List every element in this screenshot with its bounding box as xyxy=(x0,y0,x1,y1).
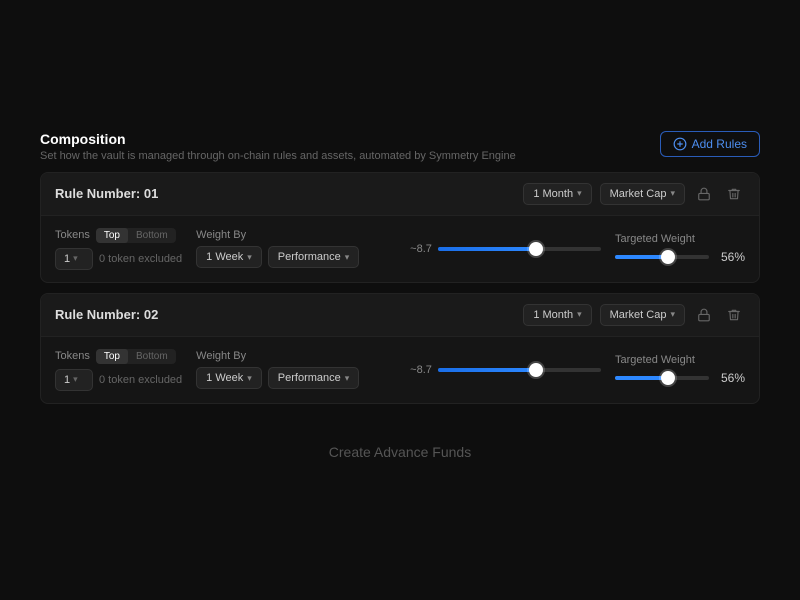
delete-button-2[interactable] xyxy=(723,304,745,326)
sort-dropdown-2[interactable]: Market Cap ▾ xyxy=(600,304,685,326)
add-rules-label: Add Rules xyxy=(692,137,747,151)
rule-number-2: Rule Number: 02 xyxy=(55,307,158,322)
main-slider-track-1[interactable] xyxy=(438,247,601,251)
targeted-slider-row-2: 56% xyxy=(615,371,745,385)
delete-button-1[interactable] xyxy=(723,183,745,205)
period-dropdown-1[interactable]: 1 Month ▾ xyxy=(523,183,591,205)
main-slider-section-2: ~8.7 xyxy=(410,364,601,376)
targeted-slider-track-1[interactable] xyxy=(615,255,709,259)
chevron-down-icon: ▾ xyxy=(345,252,350,263)
lock-button-1[interactable] xyxy=(693,183,715,205)
chevron-down-icon: ▾ xyxy=(247,373,252,384)
token-count-select-2[interactable]: 1 ▾ xyxy=(55,369,93,391)
chevron-down-icon: ▾ xyxy=(345,373,350,384)
chevron-down-icon: ▾ xyxy=(670,309,675,320)
sort-label-1: Market Cap xyxy=(610,188,667,200)
weight-controls-1: 1 Week ▾ Performance ▾ xyxy=(196,246,396,268)
trash-icon xyxy=(727,187,741,201)
period-dropdown-2[interactable]: 1 Month ▾ xyxy=(523,304,591,326)
weight-method-dropdown-1[interactable]: Performance ▾ xyxy=(268,246,360,268)
rule-card-2: Rule Number: 02 1 Month ▾ Market Cap ▾ xyxy=(40,293,760,404)
tab-top-2[interactable]: Top xyxy=(96,349,128,364)
sort-dropdown-1[interactable]: Market Cap ▾ xyxy=(600,183,685,205)
targeted-weight-label-1: Targeted Weight xyxy=(615,233,745,245)
tokens-row-2: 1 ▾ 0 token excluded xyxy=(55,369,182,391)
main-slider-track-2[interactable] xyxy=(438,368,601,372)
rule-controls-2: 1 Month ▾ Market Cap ▾ xyxy=(523,304,745,326)
targeted-slider-track-2[interactable] xyxy=(615,376,709,380)
sort-label-2: Market Cap xyxy=(610,309,667,321)
bottom-section: Create Advance Funds xyxy=(40,434,760,470)
targeted-weight-section-1: Targeted Weight 56% xyxy=(615,233,745,264)
composition-title: Composition xyxy=(40,131,516,147)
rule-controls-1: 1 Month ▾ Market Cap ▾ xyxy=(523,183,745,205)
targeted-weight-value-1: 56% xyxy=(717,250,745,264)
main-slider-thumb-1[interactable] xyxy=(529,242,543,256)
tokens-row-1: 1 ▾ 0 token excluded xyxy=(55,248,182,270)
tokens-section-2: Tokens Top Bottom 1 ▾ 0 token excluded xyxy=(55,349,182,391)
rule-header-1: Rule Number: 01 1 Month ▾ Market Cap ▾ xyxy=(41,173,759,216)
trash-icon xyxy=(727,308,741,322)
composition-header: Composition Set how the vault is managed… xyxy=(40,131,760,162)
weight-by-label-1: Weight By xyxy=(196,229,396,241)
targeted-weight-label-2: Targeted Weight xyxy=(615,354,745,366)
lock-button-2[interactable] xyxy=(693,304,715,326)
tokens-label-row-2: Tokens Top Bottom xyxy=(55,349,182,364)
composition-info: Composition Set how the vault is managed… xyxy=(40,131,516,162)
chevron-down-icon: ▾ xyxy=(73,374,78,385)
main-slider-fill-2 xyxy=(438,368,536,372)
rule-body-1: Tokens Top Bottom 1 ▾ 0 token excluded W… xyxy=(41,216,759,282)
lock-icon xyxy=(697,187,711,201)
chevron-down-icon: ▾ xyxy=(73,253,78,264)
create-advance-funds-button[interactable]: Create Advance Funds xyxy=(309,434,491,470)
add-rules-button[interactable]: Add Rules xyxy=(660,131,760,157)
tab-bottom-2[interactable]: Bottom xyxy=(128,349,176,364)
weight-controls-2: 1 Week ▾ Performance ▾ xyxy=(196,367,396,389)
tab-top-1[interactable]: Top xyxy=(96,228,128,243)
tab-bottom-1[interactable]: Bottom xyxy=(128,228,176,243)
plus-circle-icon xyxy=(673,137,687,151)
chevron-down-icon: ▾ xyxy=(670,188,675,199)
tokens-label-2: Tokens xyxy=(55,350,90,362)
tokens-label-row-1: Tokens Top Bottom xyxy=(55,228,182,243)
rule-number-1: Rule Number: 01 xyxy=(55,186,158,201)
targeted-weight-section-2: Targeted Weight 56% xyxy=(615,354,745,385)
weight-period-dropdown-1[interactable]: 1 Week ▾ xyxy=(196,246,262,268)
chevron-down-icon: ▾ xyxy=(577,188,582,199)
targeted-slider-thumb-2[interactable] xyxy=(661,371,675,385)
main-slider-fill-1 xyxy=(438,247,536,251)
rule-card-1: Rule Number: 01 1 Month ▾ Market Cap ▾ xyxy=(40,172,760,283)
tokens-label-1: Tokens xyxy=(55,229,90,241)
main-container: Composition Set how the vault is managed… xyxy=(40,131,760,470)
weight-by-label-2: Weight By xyxy=(196,350,396,362)
token-count-select-1[interactable]: 1 ▾ xyxy=(55,248,93,270)
weight-by-section-1: Weight By 1 Week ▾ Performance ▾ xyxy=(196,229,396,268)
weight-method-dropdown-2[interactable]: Performance ▾ xyxy=(268,367,360,389)
period-label-1: 1 Month xyxy=(533,188,573,200)
targeted-weight-value-2: 56% xyxy=(717,371,745,385)
tab-group-1: Top Bottom xyxy=(96,228,176,243)
token-excluded-1: 0 token excluded xyxy=(99,253,182,265)
composition-subtitle: Set how the vault is managed through on-… xyxy=(40,150,516,162)
chevron-down-icon: ▾ xyxy=(247,252,252,263)
targeted-slider-thumb-1[interactable] xyxy=(661,250,675,264)
weight-period-dropdown-2[interactable]: 1 Week ▾ xyxy=(196,367,262,389)
main-slider-section-1: ~8.7 xyxy=(410,243,601,255)
slider-value-2: ~8.7 xyxy=(410,364,432,376)
main-slider-thumb-2[interactable] xyxy=(529,363,543,377)
rule-body-2: Tokens Top Bottom 1 ▾ 0 token excluded W… xyxy=(41,337,759,403)
slider-value-1: ~8.7 xyxy=(410,243,432,255)
targeted-slider-row-1: 56% xyxy=(615,250,745,264)
weight-by-section-2: Weight By 1 Week ▾ Performance ▾ xyxy=(196,350,396,389)
tab-group-2: Top Bottom xyxy=(96,349,176,364)
token-excluded-2: 0 token excluded xyxy=(99,374,182,386)
lock-icon xyxy=(697,308,711,322)
rule-header-2: Rule Number: 02 1 Month ▾ Market Cap ▾ xyxy=(41,294,759,337)
chevron-down-icon: ▾ xyxy=(577,309,582,320)
tokens-section-1: Tokens Top Bottom 1 ▾ 0 token excluded xyxy=(55,228,182,270)
period-label-2: 1 Month xyxy=(533,309,573,321)
